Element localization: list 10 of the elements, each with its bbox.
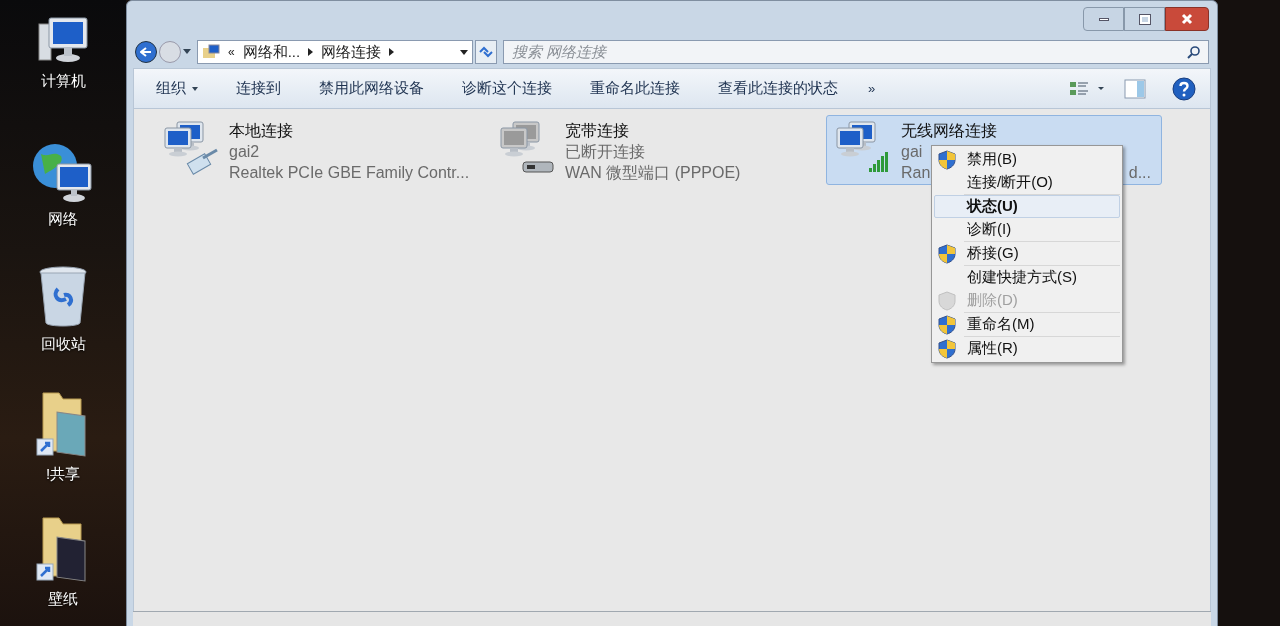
connection-status: gai2 bbox=[229, 142, 260, 162]
connection-status: 已断开连接 bbox=[565, 142, 645, 162]
connection-name: 本地连接 bbox=[229, 121, 293, 141]
connection-device: WAN 微型端口 (PPPOE) bbox=[565, 163, 741, 183]
connection-device: Ran bbox=[901, 163, 931, 183]
connection-name: 无线网络连接 bbox=[901, 121, 997, 141]
connection-status: gai bbox=[901, 142, 923, 162]
connection-device: Realtek PCIe GBE Family Contr... bbox=[229, 163, 470, 183]
connection-device: d... bbox=[1128, 163, 1151, 183]
connection-name: 宽带连接 bbox=[565, 121, 629, 141]
